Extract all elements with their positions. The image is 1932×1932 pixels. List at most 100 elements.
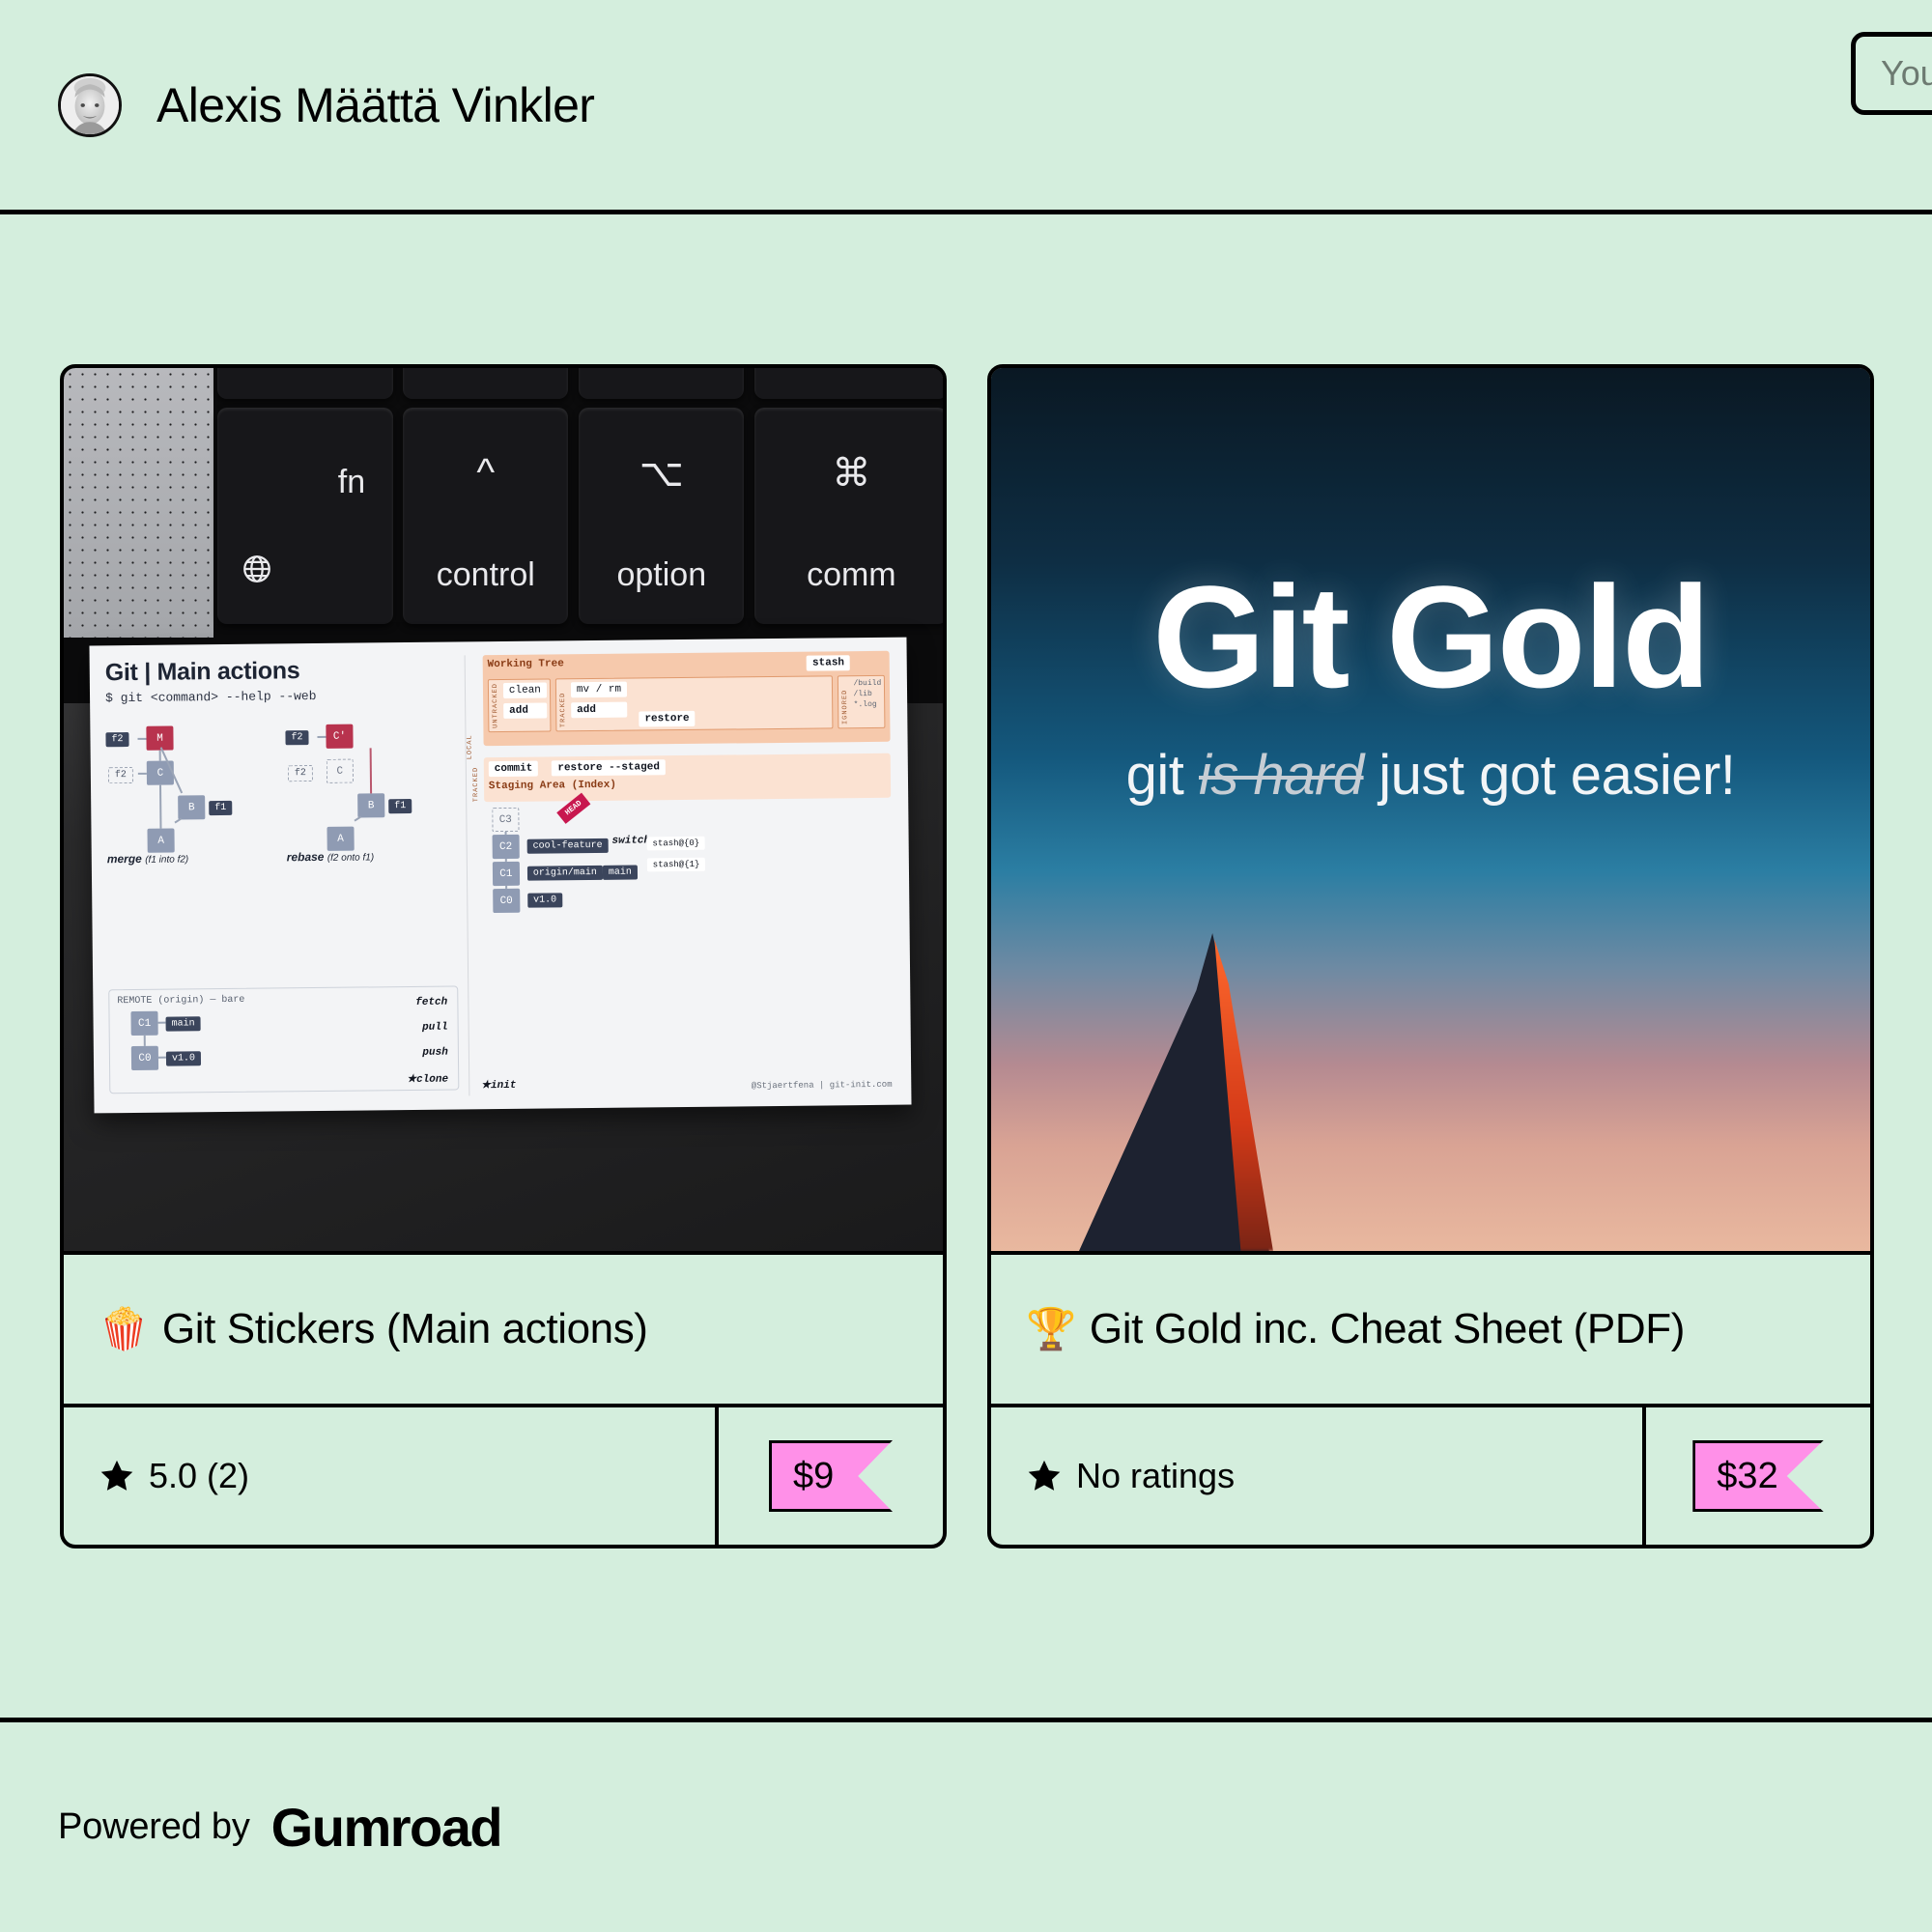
creator-name: Alexis Määttä Vinkler xyxy=(156,77,595,132)
working-tree-label: Working Tree xyxy=(487,658,564,671)
remote-diagram: REMOTE (origin) — bare C1 main C0 v1.0 f… xyxy=(108,986,460,1094)
commit-node: C xyxy=(326,758,355,784)
arrow-label-push: push xyxy=(422,1047,448,1060)
branch-tag: f2 xyxy=(105,732,129,748)
lane-label-tracked-2: TRACKED xyxy=(471,767,481,803)
commit-node: B xyxy=(357,793,385,818)
ref-tag: v1.0 xyxy=(527,893,563,909)
price-badge: $9 xyxy=(769,1440,893,1512)
ignored-entries: /build /lib *.log xyxy=(853,679,882,710)
stash-ref: stash@{1} xyxy=(646,858,706,872)
main-content: fn ^ control ⌥ option ⌘ comm Git | Main … xyxy=(0,214,1932,1718)
arrow-label-fetch: fetch xyxy=(415,997,448,1009)
cover-tagline: git is hard just got easier! xyxy=(991,743,1870,808)
keyboard-key xyxy=(217,368,394,399)
command-commit: commit xyxy=(488,760,539,778)
keyboard-key-option: ⌥ option xyxy=(579,408,745,625)
key-label-command: comm xyxy=(807,555,896,593)
commit-node: A xyxy=(147,828,175,854)
keyboard-key xyxy=(754,368,943,399)
product-title-text: Git Stickers (Main actions) xyxy=(161,1305,648,1352)
merge-diagram: f2 M f2 C B f1 A merge (f1 into f2) xyxy=(105,718,276,867)
product-footer: No ratings $32 xyxy=(991,1407,1870,1545)
site-footer: Powered by Gumroad xyxy=(0,1718,1932,1932)
arrow-label-clone: ★clone xyxy=(407,1074,449,1087)
star-icon xyxy=(1028,1460,1061,1491)
product-title-text: Git Gold inc. Cheat Sheet (PDF) xyxy=(1089,1305,1685,1352)
key-label-control: control xyxy=(436,555,535,593)
keyboard-key-control: ^ control xyxy=(403,408,569,625)
avatar xyxy=(58,72,122,137)
commit-node: B xyxy=(178,795,206,820)
keyboard-key-command: ⌘ comm xyxy=(754,408,943,625)
diagram-caption: merge (f1 into f2) xyxy=(106,852,189,867)
ref-tag: cool-feature xyxy=(526,838,609,855)
rating-text: 5.0 (2) xyxy=(149,1456,250,1495)
working-tree-box: Working Tree stash UNTRACKED clean add T… xyxy=(482,651,891,747)
product-price-cell: $32 xyxy=(1646,1407,1870,1545)
branch-tag: f1 xyxy=(209,801,233,816)
gumroad-logo[interactable]: Gumroad xyxy=(271,1796,503,1859)
lane-label-ignored: IGNORED xyxy=(841,689,850,725)
sticker-subtitle: $ git <command> --help --web xyxy=(105,689,317,706)
staging-area-box: commit restore --staged Staging Area (In… xyxy=(483,753,892,803)
git-cheatsheet-sticker: Git | Main actions $ git <command> --hel… xyxy=(89,637,912,1115)
commit-node: C1 xyxy=(492,862,521,887)
product-thumbnail: fn ^ control ⌥ option ⌘ comm Git | Main … xyxy=(64,368,943,1255)
commit-node: C0 xyxy=(130,1046,159,1071)
popcorn-icon: 🍿 xyxy=(99,1306,149,1351)
product-card[interactable]: fn ^ control ⌥ option ⌘ comm Git | Main … xyxy=(60,364,947,1548)
product-title-row: 🏆 Git Gold inc. Cheat Sheet (PDF) xyxy=(991,1255,1870,1407)
commit-node: C' xyxy=(326,724,354,750)
powered-by-label: Powered by xyxy=(58,1806,250,1847)
key-symbol-command: ⌘ xyxy=(832,451,871,495)
sticker-title: Git | Main actions xyxy=(104,657,300,687)
command-restore-staged: restore --staged xyxy=(552,759,667,777)
arrow-label-pull: pull xyxy=(422,1022,448,1035)
stash-ref: stash@{0} xyxy=(646,837,706,851)
sticker-credit: @Stjaertfena | git-init.com xyxy=(751,1080,893,1093)
commit-node: C1 xyxy=(130,1011,158,1037)
email-subscribe-input[interactable] xyxy=(1851,32,1932,115)
ref-tag: origin/main xyxy=(526,866,604,882)
rebase-diagram: f2 C' f2 C B f1 A rebase (f2 onto f1) xyxy=(285,716,456,865)
speaker-grille xyxy=(64,368,213,638)
price-badge: $32 xyxy=(1692,1440,1824,1512)
commit-node: C3 xyxy=(492,808,520,833)
command-clean: clean xyxy=(502,682,548,699)
branch-tag: main xyxy=(165,1016,201,1033)
mountain-silhouette xyxy=(1079,932,1269,1251)
branch-tag: f2 xyxy=(107,767,134,784)
trophy-icon: 🏆 xyxy=(1026,1306,1076,1351)
commit-node: A xyxy=(327,826,355,852)
diagram-caption: rebase (f2 onto f1) xyxy=(286,850,375,865)
product-thumbnail: Git Gold git is hard just got easier! xyxy=(991,368,1870,1255)
lane-label-untracked: UNTRACKED xyxy=(491,683,500,729)
lane-label-tracked: TRACKED xyxy=(559,693,568,728)
product-price-cell: $9 xyxy=(719,1407,943,1545)
commit-node: C0 xyxy=(493,889,521,914)
product-grid: fn ^ control ⌥ option ⌘ comm Git | Main … xyxy=(60,364,1874,1548)
tagline-after: just got easier! xyxy=(1363,744,1736,808)
creator-profile-block[interactable]: Alexis Määttä Vinkler xyxy=(58,72,595,137)
product-card[interactable]: Git Gold git is hard just got easier! 🏆 G… xyxy=(987,364,1874,1548)
product-title: 🍿 Git Stickers (Main actions) xyxy=(99,1305,648,1353)
branch-tag: v1.0 xyxy=(166,1051,202,1067)
tagline-before: git xyxy=(1125,744,1199,808)
site-header: Alexis Määttä Vinkler xyxy=(0,0,1932,214)
cover-headline: Git Gold xyxy=(1152,554,1711,718)
keyboard-key xyxy=(579,368,745,399)
product-title-row: 🍿 Git Stickers (Main actions) xyxy=(64,1255,943,1407)
staging-area-label: Staging Area (Index) xyxy=(488,780,617,793)
commit-node: C2 xyxy=(492,835,520,860)
product-rating: 5.0 (2) xyxy=(64,1407,719,1545)
rating-text: No ratings xyxy=(1076,1456,1236,1495)
star-icon xyxy=(100,1460,133,1491)
branch-tag: f2 xyxy=(287,765,314,782)
command-add-tracked: add xyxy=(571,701,628,719)
product-footer: 5.0 (2) $9 xyxy=(64,1407,943,1545)
keyboard-key xyxy=(403,368,569,399)
creator-profile-page: Alexis Määttä Vinkler fn xyxy=(0,0,1932,1932)
command-add: add xyxy=(503,702,548,720)
remote-label: REMOTE (origin) — bare xyxy=(117,995,245,1008)
